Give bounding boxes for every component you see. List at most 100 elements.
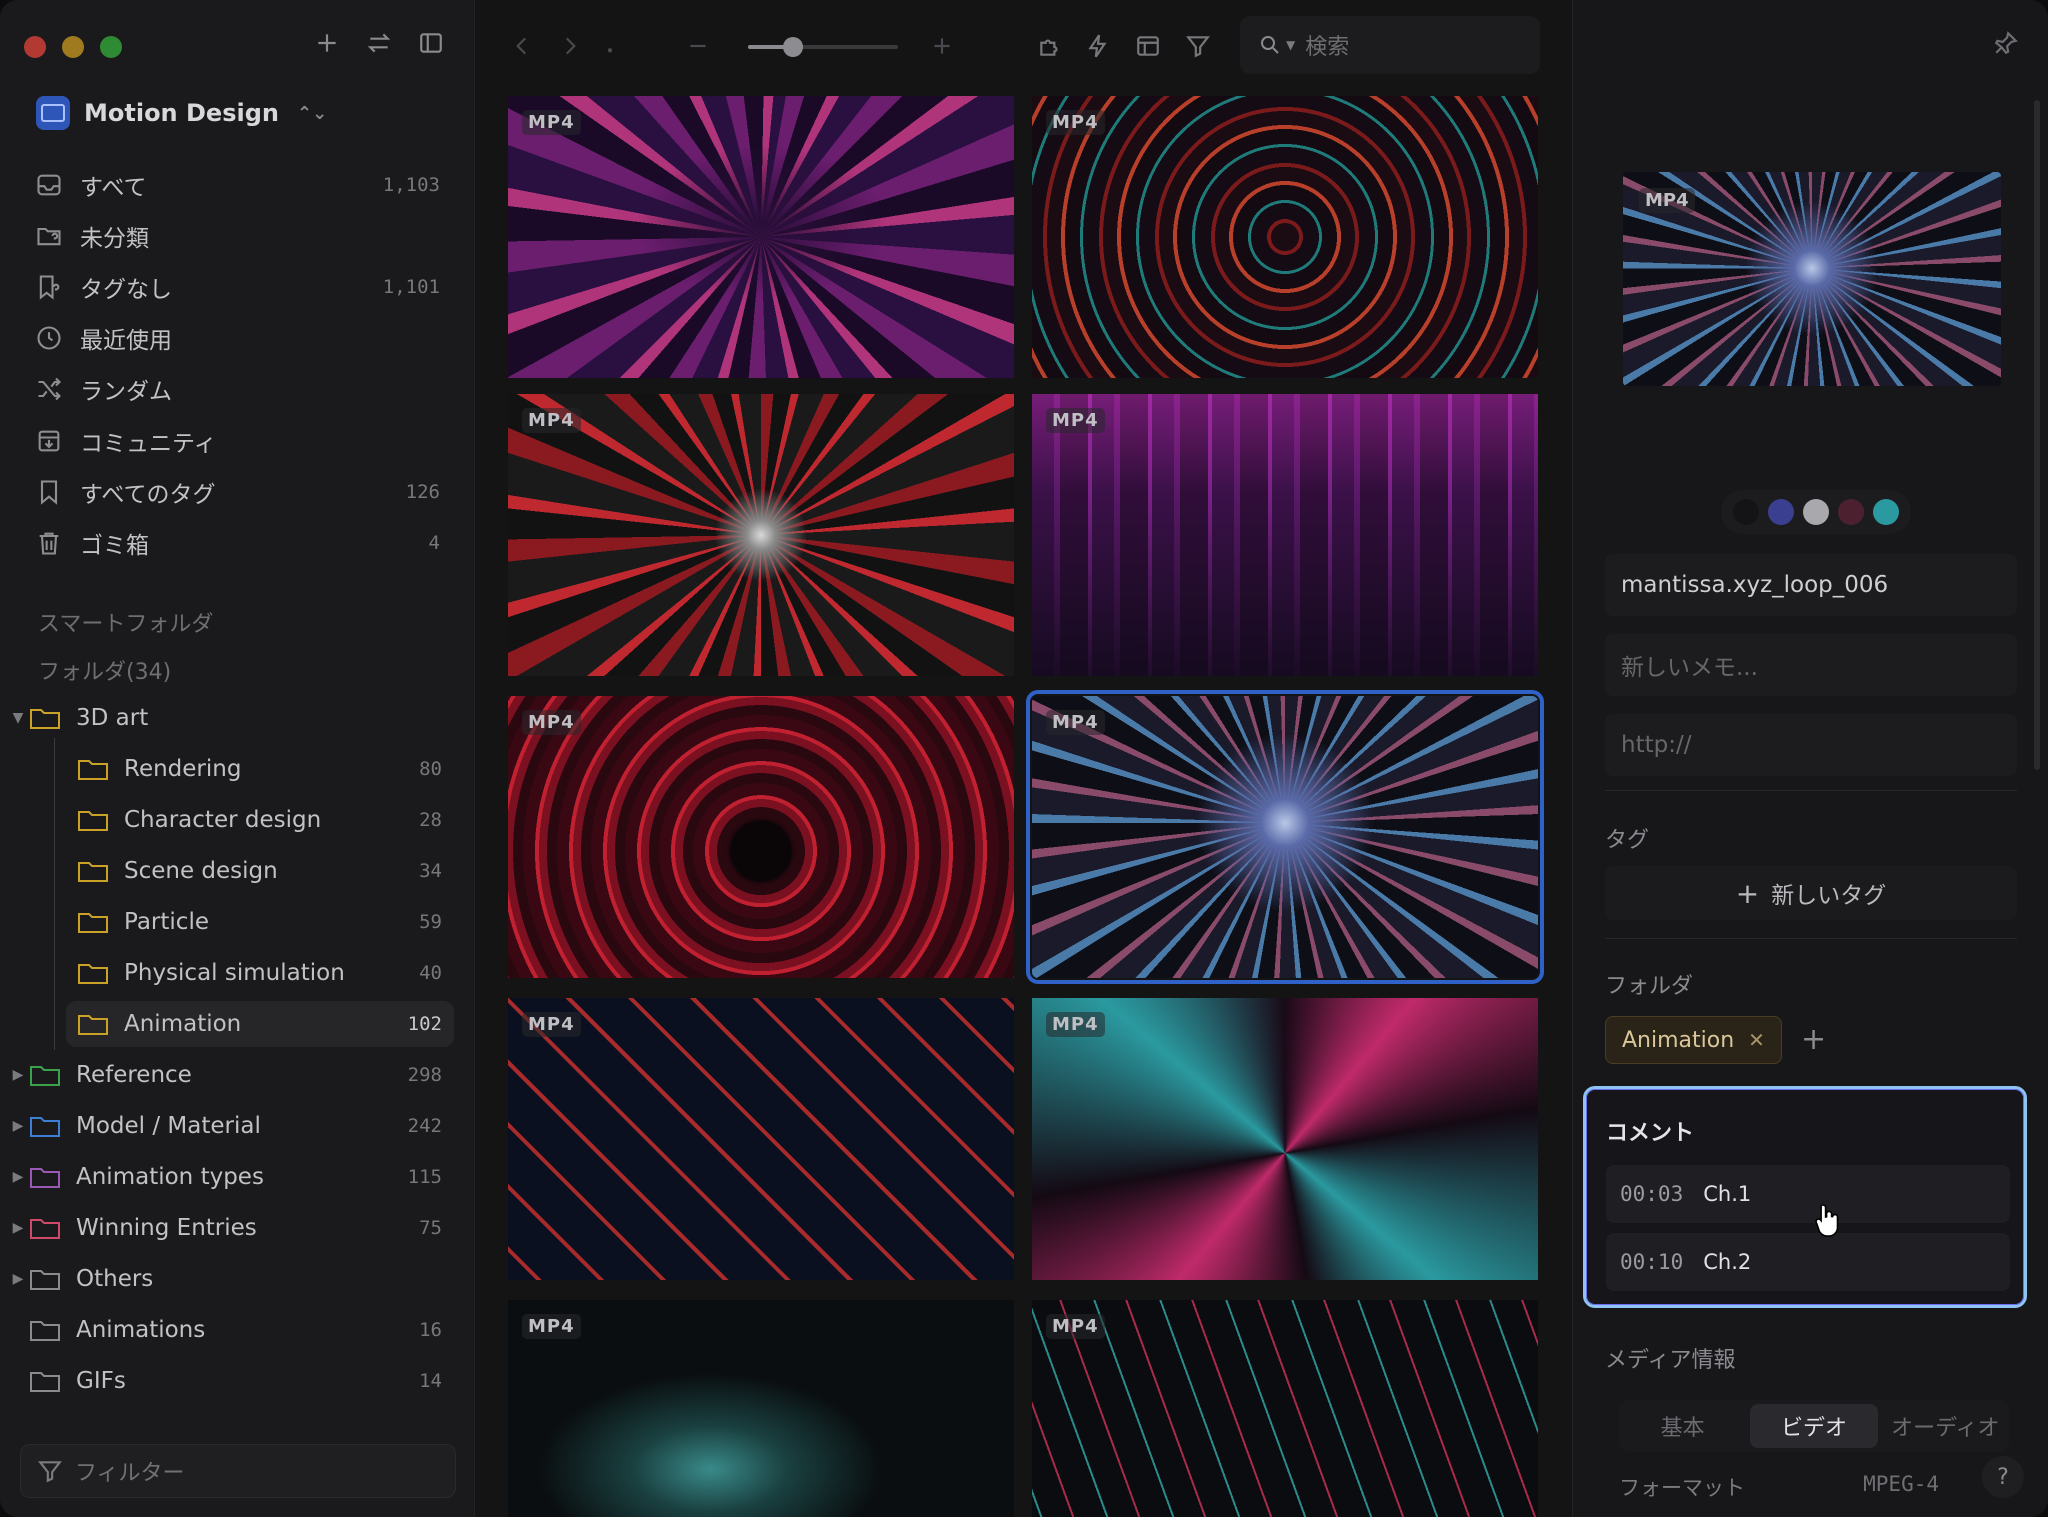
comment-item[interactable]: 00:10 Ch.2 <box>1606 1233 2010 1291</box>
thumbnail-image <box>508 696 1014 978</box>
window-controls <box>24 36 122 58</box>
format-key: フォーマット <box>1619 1476 1745 1500</box>
name-field[interactable]: mantissa.xyz_loop_006 <box>1605 554 2017 616</box>
folder-others[interactable]: ▶ Others <box>8 1256 454 1302</box>
inspector-scrollbar[interactable] <box>2034 100 2040 770</box>
url-field[interactable]: http:// <box>1605 714 2017 776</box>
sidebar-item-all[interactable]: すべて 1,103 <box>32 162 452 208</box>
forward-button[interactable] <box>554 30 586 62</box>
sidebar-item-recent[interactable]: 最近使用 <box>32 315 452 361</box>
folder-count: 16 <box>419 1319 442 1341</box>
sidebar-item-count: 1,103 <box>382 174 440 196</box>
folder-gifs[interactable]: GIFs 14 <box>28 1358 454 1404</box>
asset-thumbnail[interactable]: MP4 <box>1032 998 1538 1280</box>
comment-timestamp[interactable]: 00:10 <box>1620 1250 1683 1274</box>
zoom-slider-knob[interactable] <box>783 37 803 57</box>
tab-basic[interactable]: 基本 <box>1619 1400 1746 1452</box>
folder-label: Rendering <box>124 756 242 782</box>
library-switcher[interactable]: Motion Design ⌃⌄ <box>36 96 327 130</box>
color-swatch[interactable] <box>1873 499 1899 525</box>
folder-label: フォルダ <box>1605 974 1694 999</box>
new-tag-button[interactable]: + 新しいタグ <box>1605 866 2017 920</box>
folder-model-material[interactable]: ▶ Model / Material 242 <box>8 1103 454 1149</box>
format-badge: MP4 <box>1046 408 1105 433</box>
sidebar-item-trash[interactable]: ゴミ箱 4 <box>32 520 452 566</box>
zoom-window-button[interactable] <box>100 36 122 58</box>
back-button[interactable] <box>506 30 538 62</box>
folder-reference[interactable]: ▶ Reference 298 <box>8 1052 454 1098</box>
folder-character-design[interactable]: Character design 28 <box>76 797 454 843</box>
color-swatch[interactable] <box>1768 499 1794 525</box>
color-swatch[interactable] <box>1803 499 1829 525</box>
extension-button[interactable] <box>1034 30 1066 62</box>
zoom-out-button[interactable] <box>682 30 714 62</box>
sidebar-item-uncategorized[interactable]: 未分類 <box>32 213 452 259</box>
folder-winning-entries[interactable]: ▶ Winning Entries 75 <box>8 1205 454 1251</box>
color-swatch[interactable] <box>1733 499 1759 525</box>
folder-question-icon <box>32 219 66 253</box>
folder-particle[interactable]: Particle 59 <box>76 899 454 945</box>
folder-rendering[interactable]: Rendering 80 <box>76 746 454 792</box>
chevron-updown-icon: ⌃⌄ <box>296 102 328 124</box>
tab-video[interactable]: ビデオ <box>1750 1404 1878 1448</box>
chevron-right-icon[interactable]: ▶ <box>8 1271 28 1287</box>
folder-label: GIFs <box>76 1368 126 1394</box>
chevron-right-icon[interactable]: ▶ <box>8 1067 28 1083</box>
asset-thumbnail[interactable]: MP4 <box>508 1300 1014 1517</box>
close-icon[interactable]: ✕ <box>1748 1028 1765 1052</box>
format-badge: MP4 <box>1046 1012 1105 1037</box>
folder-animation-types[interactable]: ▶ Animation types 115 <box>8 1154 454 1200</box>
sidebar-toggle-icon[interactable] <box>416 28 446 58</box>
zoom-slider[interactable] <box>748 37 898 57</box>
smart-folder-section[interactable]: スマートフォルダ <box>38 606 213 638</box>
close-window-button[interactable] <box>24 36 46 58</box>
swap-icon[interactable] <box>364 28 394 58</box>
shuffle-icon <box>32 372 66 406</box>
asset-thumbnail[interactable]: MP4 <box>1032 394 1538 676</box>
folders-section[interactable]: フォルダ(34) <box>38 654 171 686</box>
sidebar-item-community[interactable]: コミュニティ <box>32 418 452 464</box>
folder-physical-simulation[interactable]: Physical simulation 40 <box>76 950 454 996</box>
action-button[interactable] <box>1082 30 1114 62</box>
folder-chip[interactable]: Animation ✕ <box>1605 1016 1782 1064</box>
zoom-in-button[interactable] <box>926 30 958 62</box>
comment-timestamp[interactable]: 00:03 <box>1620 1182 1683 1206</box>
tab-audio[interactable]: オーディオ <box>1882 1400 2009 1452</box>
filter-placeholder: フィルター <box>75 1461 185 1486</box>
sidebar-item-untagged[interactable]: タグなし 1,101 <box>32 264 452 310</box>
preview-image[interactable]: MP4 <box>1623 172 2001 386</box>
asset-thumbnail[interactable]: MP4 <box>1032 96 1538 378</box>
tag-question-icon <box>32 270 66 304</box>
folder-3d-art[interactable]: ▼ 3D art <box>8 695 454 741</box>
sidebar-item-all-tags[interactable]: すべてのタグ 126 <box>32 469 452 515</box>
search-input[interactable]: ▼ 検索 <box>1240 16 1540 74</box>
comment-item[interactable]: 00:03 Ch.1 <box>1606 1165 2010 1223</box>
tree-line <box>54 738 55 1050</box>
thumbnail-image <box>508 1300 1014 1517</box>
chevron-right-icon[interactable]: ▶ <box>8 1118 28 1134</box>
asset-thumbnail[interactable]: MP4 <box>1032 1300 1538 1517</box>
asset-thumbnail-selected[interactable]: MP4 <box>1026 690 1544 984</box>
folder-scene-design[interactable]: Scene design 34 <box>76 848 454 894</box>
asset-thumbnail[interactable]: MP4 <box>508 696 1014 978</box>
chevron-right-icon[interactable]: ▶ <box>8 1220 28 1236</box>
add-icon[interactable] <box>312 28 342 58</box>
memo-field[interactable]: 新しいメモ... <box>1605 634 2017 696</box>
asset-thumbnail[interactable]: MP4 <box>508 96 1014 378</box>
sidebar-item-random[interactable]: ランダム <box>32 366 452 412</box>
chevron-right-icon[interactable]: ▶ <box>8 1169 28 1185</box>
folder-animations[interactable]: Animations 16 <box>28 1307 454 1353</box>
chevron-down-icon[interactable]: ▼ <box>1286 38 1295 52</box>
pin-button[interactable] <box>1993 30 2019 60</box>
minimize-window-button[interactable] <box>62 36 84 58</box>
filter-button[interactable] <box>1182 30 1214 62</box>
layout-button[interactable] <box>1132 30 1164 62</box>
add-folder-button[interactable]: + <box>1801 1022 1826 1057</box>
asset-thumbnail[interactable]: MP4 <box>508 394 1014 676</box>
chevron-down-icon[interactable]: ▼ <box>8 710 28 726</box>
folder-animation[interactable]: Animation 102 <box>66 1001 454 1047</box>
help-button[interactable]: ? <box>1982 1456 2024 1498</box>
sidebar-filter-input[interactable]: フィルター <box>20 1444 456 1498</box>
asset-thumbnail[interactable]: MP4 <box>508 998 1014 1280</box>
color-swatch[interactable] <box>1838 499 1864 525</box>
